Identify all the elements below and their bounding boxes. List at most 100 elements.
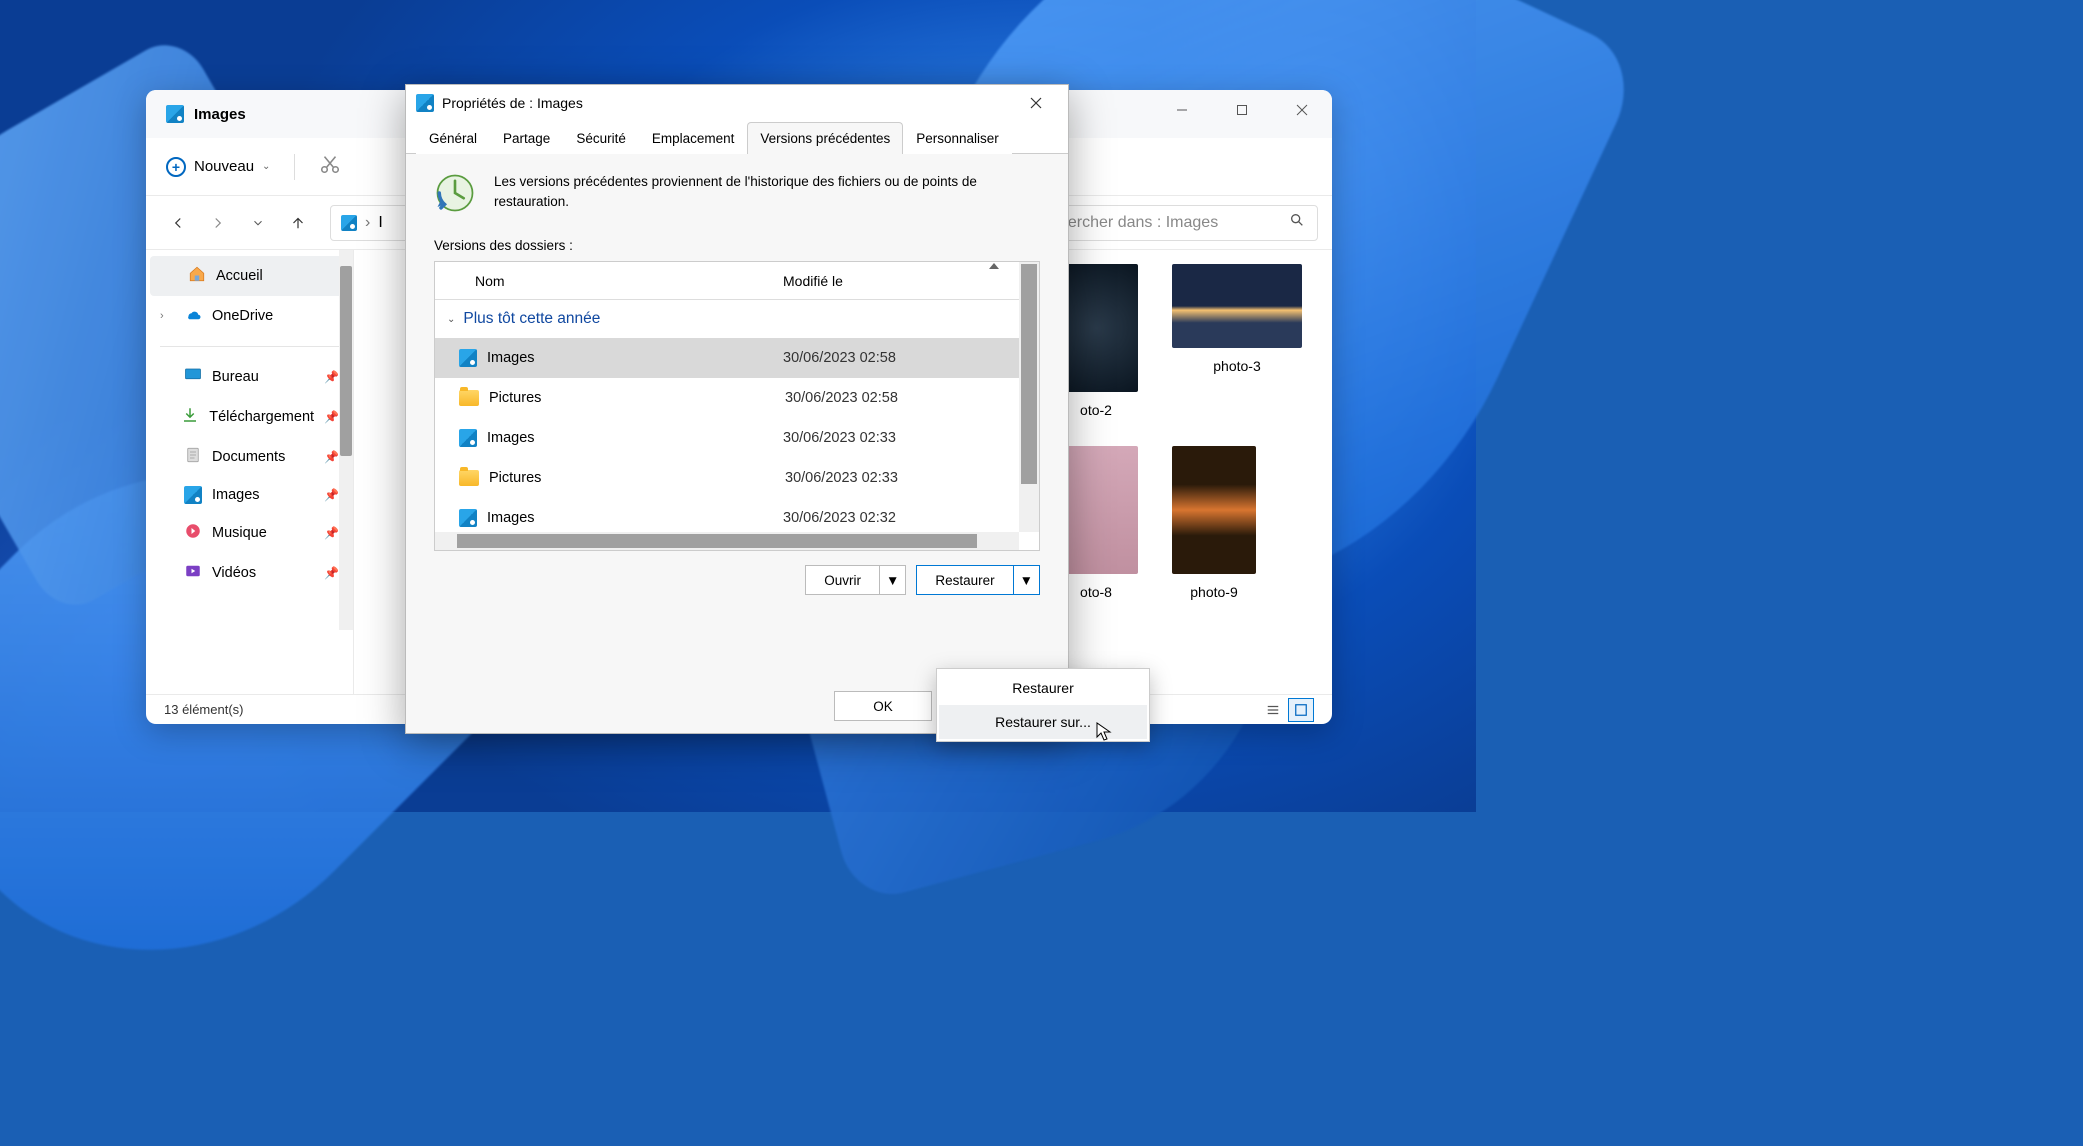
restore-dropdown-menu: Restaurer Restaurer sur... — [936, 668, 1150, 742]
close-button[interactable] — [1014, 88, 1058, 118]
desktop-icon — [184, 366, 202, 388]
row-name: Pictures — [489, 390, 785, 406]
file-thumb[interactable]: photo-9 — [1172, 446, 1256, 600]
address-crumb: I — [378, 214, 382, 232]
thumb-label: photo-9 — [1190, 584, 1237, 600]
cut-icon[interactable] — [319, 153, 341, 180]
plus-icon: + — [166, 157, 186, 177]
restore-dropdown[interactable]: ▼ — [1014, 565, 1040, 595]
menu-item-restore[interactable]: Restaurer — [939, 671, 1147, 705]
recent-dropdown[interactable] — [240, 205, 276, 241]
row-name: Images — [487, 430, 783, 446]
version-row[interactable]: Images30/06/2023 02:33 — [435, 418, 1039, 458]
open-dropdown[interactable]: ▼ — [880, 565, 906, 595]
list-scrollbar-v[interactable] — [1019, 262, 1039, 532]
group-label: Plus tôt cette année — [463, 310, 600, 328]
close-button[interactable] — [1272, 90, 1332, 130]
new-button[interactable]: + Nouveau ⌄ — [166, 157, 270, 177]
sidebar-label: Vidéos — [212, 565, 256, 581]
list-header: Nom Modifié le — [435, 262, 1039, 300]
search-icon — [1289, 212, 1305, 233]
home-icon — [188, 265, 206, 287]
music-icon — [184, 522, 202, 544]
sidebar-label: Documents — [212, 449, 285, 465]
versions-list: Nom Modifié le ⌄ Plus tôt cette année Im… — [434, 261, 1040, 551]
row-date: 30/06/2023 02:33 — [785, 470, 898, 486]
sidebar-item-bureau[interactable]: Bureau 📌 — [146, 357, 353, 397]
row-name: Images — [487, 350, 783, 366]
list-group-header[interactable]: ⌄ Plus tôt cette année — [435, 300, 1039, 338]
sidebar-item-onedrive[interactable]: › OneDrive — [146, 296, 353, 336]
images-icon — [459, 429, 477, 447]
pin-icon: 📌 — [324, 526, 339, 540]
menu-item-restore-to[interactable]: Restaurer sur... — [939, 705, 1147, 739]
sidebar-item-downloads[interactable]: Téléchargement 📌 — [146, 397, 353, 437]
sidebar-label-onedrive: OneDrive — [212, 308, 273, 324]
sidebar-label: Bureau — [212, 369, 259, 385]
description-text: Les versions précédentes proviennent de … — [494, 172, 1040, 211]
tab-previous-versions[interactable]: Versions précédentes — [747, 122, 903, 154]
view-details-button[interactable] — [1260, 698, 1286, 722]
row-name: Pictures — [489, 470, 785, 486]
tab-location[interactable]: Emplacement — [639, 122, 748, 154]
images-icon — [459, 509, 477, 527]
file-thumb[interactable]: photo-3 — [1172, 264, 1302, 418]
properties-titlebar[interactable]: Propriétés de : Images — [406, 85, 1068, 121]
version-row[interactable]: Pictures30/06/2023 02:33 — [435, 458, 1039, 498]
sidebar-item-documents[interactable]: Documents 📌 — [146, 437, 353, 477]
new-label: Nouveau — [194, 158, 254, 175]
explorer-title: Images — [194, 106, 246, 123]
images-icon — [184, 486, 202, 504]
row-date: 30/06/2023 02:58 — [785, 390, 898, 406]
pin-icon: 📌 — [324, 566, 339, 580]
view-thumbs-button[interactable] — [1288, 698, 1314, 722]
tab-sharing[interactable]: Partage — [490, 122, 563, 154]
tab-security[interactable]: Sécurité — [563, 122, 639, 154]
tab-customize[interactable]: Personnaliser — [903, 122, 1012, 154]
thumb-label: photo-3 — [1213, 358, 1260, 374]
chevron-down-icon: ⌄ — [262, 161, 270, 172]
sidebar-item-images[interactable]: Images 📌 — [146, 477, 353, 513]
documents-icon — [184, 446, 202, 468]
sidebar-item-videos[interactable]: Vidéos 📌 — [146, 553, 353, 593]
row-name: Images — [487, 510, 783, 526]
up-button[interactable] — [280, 205, 316, 241]
row-date: 30/06/2023 02:32 — [783, 510, 896, 526]
tab-general[interactable]: Général — [416, 122, 490, 154]
open-button[interactable]: Ouvrir — [805, 565, 880, 595]
thumb-label: oto-8 — [1080, 584, 1112, 600]
folder-icon — [459, 470, 479, 486]
col-modified-header[interactable]: Modifié le — [775, 273, 1039, 289]
sidebar-label: Téléchargement — [209, 409, 314, 425]
search-placeholder: chercher dans : Images — [1051, 214, 1218, 232]
restore-button[interactable]: Restaurer — [916, 565, 1013, 595]
minimize-button[interactable] — [1152, 90, 1212, 130]
properties-tabs: Général Partage Sécurité Emplacement Ver… — [406, 121, 1068, 154]
chevron-down-icon: ⌄ — [447, 314, 455, 325]
list-label: Versions des dossiers : — [434, 238, 1040, 253]
sidebar-item-home[interactable]: Accueil — [150, 256, 349, 296]
ok-button[interactable]: OK — [834, 691, 932, 721]
onedrive-icon — [184, 305, 202, 327]
sidebar-label: Musique — [212, 525, 267, 541]
sidebar-scrollbar[interactable] — [339, 250, 353, 630]
status-text: 13 élément(s) — [164, 702, 243, 717]
images-icon — [166, 105, 184, 123]
version-row[interactable]: Images30/06/2023 02:58 — [435, 338, 1039, 378]
back-button[interactable] — [160, 205, 196, 241]
pin-icon: 📌 — [324, 488, 339, 502]
version-row[interactable]: Pictures30/06/2023 02:58 — [435, 378, 1039, 418]
images-icon — [459, 349, 477, 367]
search-input[interactable]: chercher dans : Images — [1038, 205, 1318, 241]
pin-icon: 📌 — [324, 410, 339, 424]
forward-button[interactable] — [200, 205, 236, 241]
thumb-label: oto-2 — [1080, 402, 1112, 418]
pin-icon: 📌 — [324, 450, 339, 464]
list-scrollbar-h[interactable] — [435, 532, 1019, 550]
col-name-header[interactable]: Nom — [435, 273, 775, 289]
sidebar-item-music[interactable]: Musique 📌 — [146, 513, 353, 553]
explorer-sidebar: Accueil › OneDrive Bureau 📌 Téléchargeme… — [146, 250, 354, 694]
properties-dialog: Propriétés de : Images Général Partage S… — [405, 84, 1069, 734]
folder-icon — [459, 390, 479, 406]
maximize-button[interactable] — [1212, 90, 1272, 130]
